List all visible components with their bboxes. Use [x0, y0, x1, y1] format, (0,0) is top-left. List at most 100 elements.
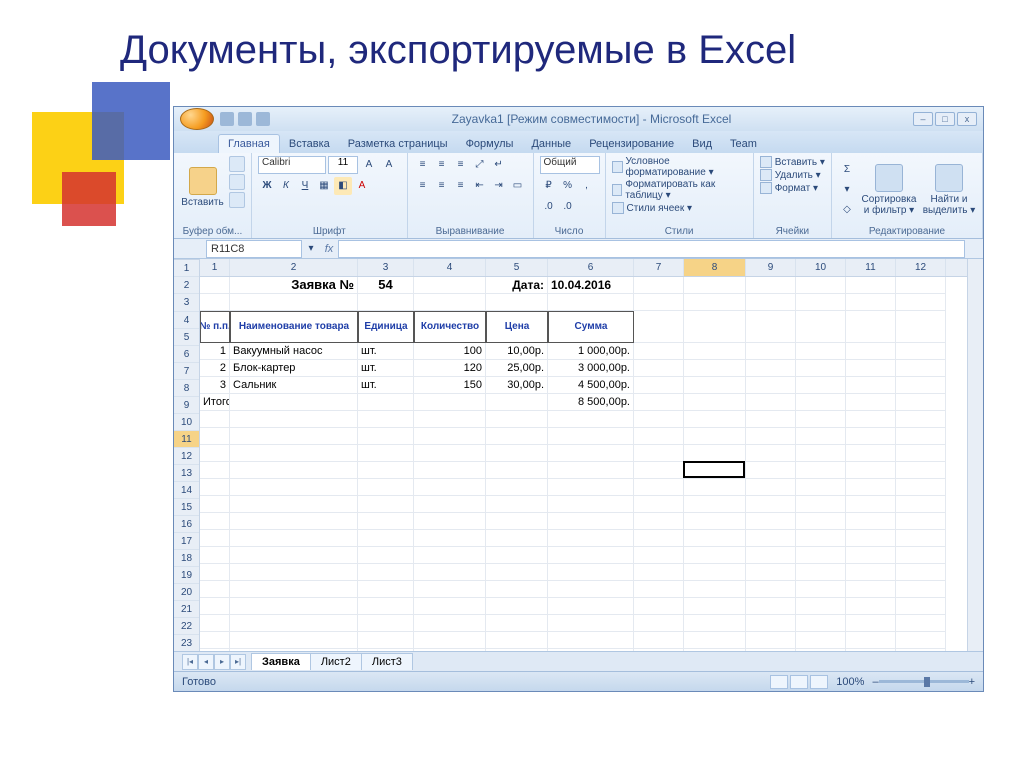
row-header[interactable]: 14	[174, 482, 199, 499]
cell[interactable]	[846, 649, 896, 651]
cell[interactable]	[746, 564, 796, 581]
cell[interactable]	[486, 564, 548, 581]
cell[interactable]	[634, 598, 684, 615]
cell[interactable]	[414, 411, 486, 428]
fill-color-button[interactable]: ◧	[334, 177, 352, 195]
cell[interactable]	[634, 411, 684, 428]
ribbon-tab-данные[interactable]: Данные	[522, 135, 580, 153]
cell[interactable]	[746, 513, 796, 530]
cell[interactable]	[414, 462, 486, 479]
cell[interactable]	[548, 513, 634, 530]
cell[interactable]	[846, 428, 896, 445]
cell[interactable]	[358, 428, 414, 445]
cell[interactable]	[414, 649, 486, 651]
cell[interactable]	[634, 394, 684, 411]
cell[interactable]	[896, 311, 946, 343]
cell[interactable]	[684, 311, 746, 343]
cell[interactable]	[634, 377, 684, 394]
cell[interactable]	[796, 598, 846, 615]
cell[interactable]: 120	[414, 360, 486, 377]
insert-cells-button[interactable]: Вставить ▾	[760, 156, 825, 168]
cell[interactable]	[200, 445, 230, 462]
fill-button[interactable]: ▾	[838, 181, 856, 199]
cell[interactable]	[486, 294, 548, 311]
cell[interactable]	[684, 581, 746, 598]
cell[interactable]	[684, 615, 746, 632]
cell[interactable]	[414, 479, 486, 496]
cell[interactable]	[634, 632, 684, 649]
cell[interactable]	[358, 479, 414, 496]
clear-button[interactable]: ◇	[838, 201, 856, 219]
vertical-scrollbar[interactable]	[967, 259, 983, 651]
cell[interactable]	[230, 564, 358, 581]
row-header[interactable]: 12	[174, 448, 199, 465]
cell[interactable]	[896, 428, 946, 445]
cell[interactable]	[358, 445, 414, 462]
cell[interactable]	[846, 360, 896, 377]
maximize-button[interactable]: □	[935, 112, 955, 126]
redo-icon[interactable]	[256, 112, 270, 126]
cell[interactable]	[684, 649, 746, 651]
cell[interactable]: 3	[200, 377, 230, 394]
cell[interactable]	[548, 462, 634, 479]
row-header[interactable]: 22	[174, 618, 199, 635]
row-header[interactable]: 4	[174, 312, 199, 329]
sheet-nav-last[interactable]: ▸|	[230, 654, 246, 670]
cell[interactable]	[684, 277, 746, 294]
cell[interactable]	[746, 462, 796, 479]
cell[interactable]	[230, 530, 358, 547]
row-header[interactable]: 8	[174, 380, 199, 397]
cell[interactable]: Вакуумный насос	[230, 343, 358, 360]
cell[interactable]	[486, 394, 548, 411]
cell[interactable]	[746, 615, 796, 632]
cell[interactable]	[896, 530, 946, 547]
cell[interactable]	[896, 513, 946, 530]
cell[interactable]	[746, 377, 796, 394]
cell[interactable]	[896, 564, 946, 581]
column-header[interactable]: 6	[548, 259, 634, 276]
border-button[interactable]: ▦	[315, 177, 333, 195]
cell[interactable]	[414, 530, 486, 547]
cell[interactable]	[414, 632, 486, 649]
cell[interactable]: Заявка №	[230, 277, 358, 294]
cell[interactable]	[634, 479, 684, 496]
save-icon[interactable]	[220, 112, 234, 126]
cell[interactable]	[896, 294, 946, 311]
cell[interactable]	[684, 547, 746, 564]
cell[interactable]	[200, 615, 230, 632]
formula-bar[interactable]	[338, 240, 965, 258]
comma-button[interactable]: ,	[578, 177, 596, 195]
cell[interactable]: 54	[358, 277, 414, 294]
cell[interactable]	[746, 479, 796, 496]
shrink-font-icon[interactable]: A	[380, 156, 398, 174]
cell[interactable]	[200, 277, 230, 294]
cell[interactable]	[846, 530, 896, 547]
cell[interactable]	[230, 547, 358, 564]
cell[interactable]: Блок-картер	[230, 360, 358, 377]
cell[interactable]	[746, 445, 796, 462]
cell[interactable]	[796, 445, 846, 462]
cell[interactable]: 2	[200, 360, 230, 377]
cell[interactable]	[846, 462, 896, 479]
find-select-button[interactable]: Найти и выделить ▾	[922, 159, 976, 221]
underline-button[interactable]: Ч	[296, 177, 314, 195]
cell[interactable]	[796, 394, 846, 411]
wrap-text-button[interactable]: ↵	[490, 156, 508, 174]
cell[interactable]	[486, 632, 548, 649]
ribbon-tab-разметка страницы[interactable]: Разметка страницы	[339, 135, 457, 153]
cell[interactable]	[358, 564, 414, 581]
cell[interactable]: 10.04.2016	[548, 277, 634, 294]
align-right-button[interactable]: ≡	[452, 177, 470, 195]
conditional-formatting-button[interactable]: Условное форматирование ▾	[612, 156, 747, 178]
cell[interactable]: 1 000,00р.	[548, 343, 634, 360]
cut-icon[interactable]	[229, 156, 245, 172]
cell[interactable]	[746, 394, 796, 411]
row-header[interactable]: 11	[174, 431, 199, 448]
cell[interactable]	[746, 360, 796, 377]
row-header[interactable]: 17	[174, 533, 199, 550]
cell[interactable]	[358, 411, 414, 428]
cell[interactable]	[896, 479, 946, 496]
cell[interactable]: Цена	[486, 311, 548, 343]
cell[interactable]	[896, 343, 946, 360]
cell[interactable]	[548, 411, 634, 428]
